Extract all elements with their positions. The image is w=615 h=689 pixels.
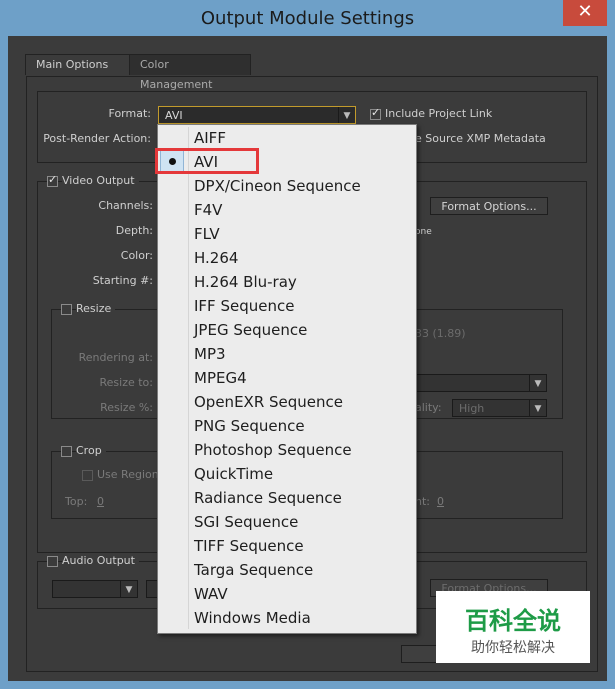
top-value[interactable]: 0 — [97, 495, 104, 508]
quality-label: ality: — [415, 401, 442, 414]
resize-to-label: Resize to: — [99, 376, 154, 389]
quality-value: High — [459, 402, 485, 415]
color-label: Color: — [120, 249, 153, 262]
use-region-label: Use Region — [97, 468, 159, 481]
avi-highlight-box — [155, 148, 259, 174]
video-output-checkbox[interactable] — [47, 173, 58, 187]
menu-item[interactable]: AIFF — [194, 126, 226, 150]
format-dropdown[interactable]: AVI ▼ — [158, 106, 356, 124]
close-icon[interactable]: ✕ — [563, 0, 607, 26]
ratio-text: 33 (1.89) — [415, 327, 466, 340]
resize-checkbox[interactable] — [61, 304, 72, 315]
top-label: Top: — [65, 495, 88, 508]
watermark-title: 百科全说 — [465, 607, 561, 635]
crop-checkbox[interactable] — [61, 446, 72, 457]
window-title: Output Module Settings — [200, 8, 415, 29]
menu-item[interactable]: Windows Media — [194, 606, 311, 630]
menu-item[interactable]: DPX/Cineon Sequence — [194, 174, 361, 198]
resize-preset-dropdown[interactable]: ▼ — [415, 374, 547, 392]
rendering-at-label: Rendering at: — [78, 351, 153, 364]
include-project-link-checkbox[interactable] — [370, 106, 381, 120]
menu-item[interactable]: F4V — [194, 198, 222, 222]
audio-output-label: Audio Output — [62, 554, 139, 567]
tab-color-management[interactable]: Color Management — [129, 54, 251, 91]
watermark-logo: 百科全说 助你轻松解决 — [436, 591, 590, 663]
menu-item[interactable]: SGI Sequence — [194, 510, 298, 534]
depth-tail: one — [415, 227, 432, 237]
menu-item[interactable]: OpenEXR Sequence — [194, 390, 343, 414]
resize-label: Resize — [76, 302, 116, 315]
menu-item[interactable]: PNG Sequence — [194, 414, 305, 438]
format-options-button[interactable]: Format Options... — [430, 197, 548, 215]
use-region-checkbox[interactable] — [82, 470, 93, 481]
chevron-down-icon: ▼ — [529, 375, 546, 391]
menu-item[interactable]: IFF Sequence — [194, 294, 294, 318]
title-bar: Output Module Settings ✕ — [0, 0, 615, 36]
menu-item[interactable]: Radiance Sequence — [194, 486, 342, 510]
right-value[interactable]: 0 — [437, 495, 444, 508]
starting-number-label: Starting #: — [92, 274, 153, 287]
audio-rate-dropdown[interactable]: ▼ — [52, 580, 138, 598]
format-menu: AIFF AVI DPX/Cineon Sequence F4V FLV H.2… — [157, 124, 417, 634]
format-value: AVI — [165, 109, 183, 122]
depth-label: Depth: — [115, 224, 153, 237]
menu-item[interactable]: Targa Sequence — [194, 558, 313, 582]
tab-main-options[interactable]: Main Options — [25, 54, 133, 75]
menu-item[interactable]: WAV — [194, 582, 228, 606]
menu-item[interactable]: MPEG4 — [194, 366, 247, 390]
watermark-subtitle: 助你轻松解决 — [471, 640, 555, 656]
menu-item[interactable]: MP3 — [194, 342, 226, 366]
menu-item[interactable]: TIFF Sequence — [194, 534, 304, 558]
video-output-label: Video Output — [62, 174, 139, 187]
menu-item[interactable]: H.264 Blu-ray — [194, 270, 297, 294]
menu-gutter — [188, 127, 189, 629]
post-render-label: Post-Render Action: — [43, 132, 151, 145]
menu-item[interactable]: Photoshop Sequence — [194, 438, 352, 462]
menu-item[interactable]: QuickTime — [194, 462, 273, 486]
include-project-link-label: Include Project Link — [385, 107, 493, 120]
xmp-metadata-label: e Source XMP Metadata — [415, 132, 546, 145]
right-label: nt: — [415, 495, 430, 508]
resize-pct-label: Resize %: — [100, 401, 153, 414]
crop-label: Crop — [76, 444, 106, 457]
quality-dropdown[interactable]: High ▼ — [452, 399, 547, 417]
channels-label: Channels: — [98, 199, 153, 212]
format-label: Format: — [108, 107, 151, 120]
chevron-down-icon: ▼ — [529, 400, 546, 416]
menu-item[interactable]: JPEG Sequence — [194, 318, 307, 342]
chevron-down-icon: ▼ — [120, 581, 137, 597]
menu-item[interactable]: FLV — [194, 222, 220, 246]
audio-output-checkbox[interactable] — [47, 556, 58, 567]
chevron-down-icon: ▼ — [338, 107, 355, 123]
menu-item[interactable]: H.264 — [194, 246, 238, 270]
